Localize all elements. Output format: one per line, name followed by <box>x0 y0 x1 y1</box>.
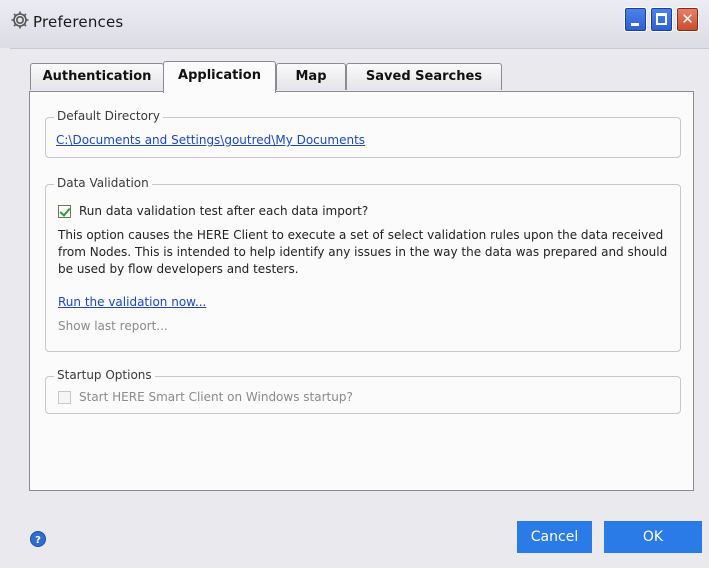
tab-label: Map <box>295 69 327 84</box>
close-button[interactable]: ✕ <box>676 7 699 32</box>
minimize-icon <box>631 23 639 26</box>
cancel-button[interactable]: Cancel <box>517 521 592 553</box>
window-title: Preferences <box>33 13 124 31</box>
maximize-button[interactable] <box>650 7 673 32</box>
title-bar[interactable]: Preferences ✕ <box>0 0 709 49</box>
default-directory-legend: Default Directory <box>54 109 163 123</box>
data-validation-legend: Data Validation <box>54 176 152 190</box>
tab-map[interactable]: Map <box>276 63 346 90</box>
tab-label: Saved Searches <box>365 69 483 84</box>
startup-options-group: Startup Options Start HERE Smart Client … <box>45 368 681 414</box>
gear-icon <box>11 11 29 29</box>
tab-panel-application: Default Directory C:\Documents and Setti… <box>29 91 694 491</box>
cancel-button-label: Cancel <box>530 529 579 545</box>
ok-button-label: OK <box>642 529 664 545</box>
ok-button[interactable]: OK <box>604 521 702 553</box>
window-left-border <box>0 48 10 568</box>
tab-saved-searches[interactable]: Saved Searches <box>346 63 502 90</box>
startup-options-legend: Startup Options <box>54 368 155 382</box>
svg-text:?: ? <box>35 535 41 546</box>
default-directory-link[interactable]: C:\Documents and Settings\goutred\My Doc… <box>56 133 365 147</box>
default-directory-group: Default Directory C:\Documents and Setti… <box>45 109 681 158</box>
tab-authentication[interactable]: Authentication <box>30 63 164 90</box>
run-validation-checkbox-label[interactable]: Run data validation test after each data… <box>79 204 368 218</box>
help-icon[interactable]: ? <box>30 531 46 547</box>
maximize-icon <box>656 13 667 25</box>
run-validation-link[interactable]: Run the validation now... <box>58 295 206 309</box>
validation-description: This option causes the HERE Client to ex… <box>58 228 668 276</box>
show-last-report-link: Show last report... <box>58 319 168 333</box>
run-validation-checkbox[interactable] <box>58 205 71 218</box>
minimize-button[interactable] <box>624 7 647 32</box>
startup-checkbox <box>58 391 71 404</box>
data-validation-group: Data Validation Run data validation test… <box>45 176 681 352</box>
close-icon: ✕ <box>681 10 694 28</box>
tab-label: Application <box>178 68 261 83</box>
tab-application[interactable]: Application <box>163 61 276 93</box>
tab-label: Authentication <box>42 69 152 84</box>
startup-checkbox-label: Start HERE Smart Client on Windows start… <box>79 390 353 404</box>
